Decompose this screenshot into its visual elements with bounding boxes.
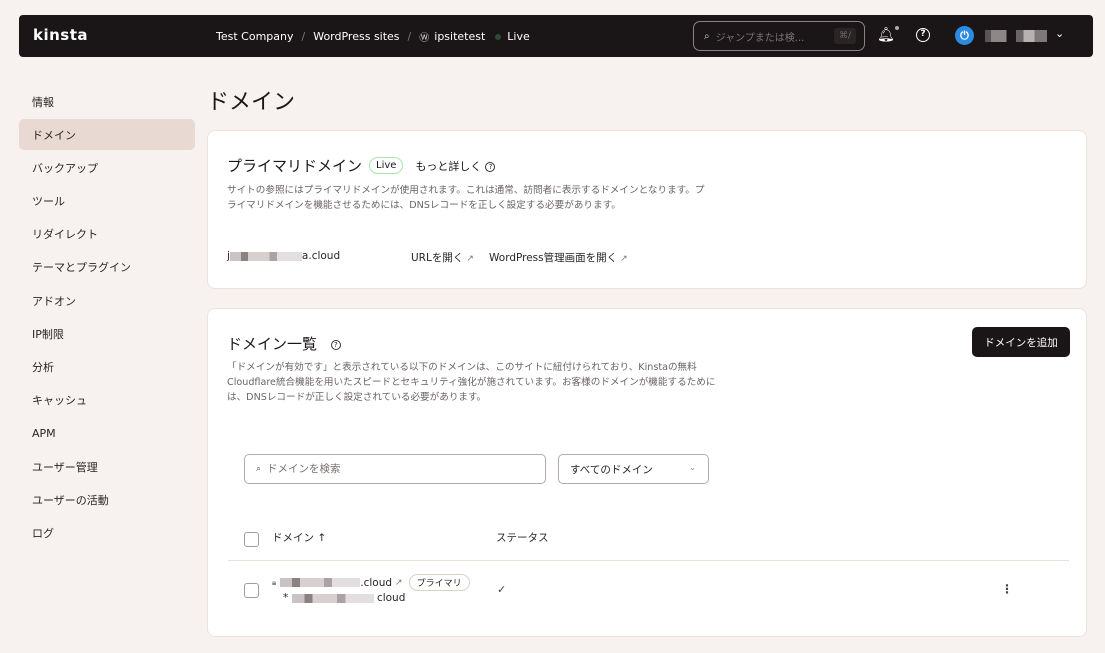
primary-domain-heading: プライマリドメイン Live もっと詳しく? [227, 155, 496, 176]
breadcrumb-site[interactable]: ipsitetest [434, 30, 485, 43]
learn-more-link[interactable]: もっと詳しく? [415, 158, 496, 174]
check-icon: ✓ [497, 583, 507, 596]
external-link-icon[interactable]: ↗ [395, 578, 403, 588]
redacted-text [229, 251, 302, 261]
jump-search[interactable]: ⌕ ジャンプまたは検... ⌘/ [693, 21, 865, 51]
environment-status-dot [495, 33, 502, 40]
select-all-checkbox[interactable] [244, 532, 259, 547]
wildcard-prefix: * [283, 592, 289, 604]
help-icon: ? [485, 161, 496, 172]
breadcrumb: Test Company / WordPress sites / Ⓦ ipsit… [216, 29, 530, 44]
breadcrumb-separator: / [301, 30, 306, 43]
open-wp-admin-label: WordPress管理画面を開く [489, 252, 618, 264]
primary-domain-value: j a.cloud [227, 250, 340, 262]
row-checkbox[interactable] [244, 583, 259, 598]
sidebar-item-user-activity[interactable]: ユーザーの活動 [19, 484, 195, 515]
learn-more-label: もっと詳しく [415, 159, 482, 173]
domain-list-heading: ドメイン一覧 ? [227, 333, 341, 354]
power-icon[interactable]: ⏻ [955, 26, 974, 45]
primary-domain-description: サイトの参照にはプライマリドメインが使用されます。これは通常、訪問者に表示するド… [227, 185, 705, 211]
sidebar-item-analytics[interactable]: 分析 [19, 352, 195, 383]
wildcard-suffix: cloud [376, 592, 406, 604]
search-icon: ⌕ [256, 464, 262, 474]
bell-icon[interactable]: 🔔︎ [877, 26, 899, 43]
domain-filter-select[interactable]: すべてのドメイン ⌄ [558, 454, 709, 484]
top-bar: kinsta Test Company / WordPress sites / … [19, 15, 1093, 57]
column-header-status: ステータス [496, 532, 549, 544]
page-title: ドメイン [207, 90, 296, 115]
open-wp-admin-link[interactable]: WordPress管理画面を開く ↗ [489, 250, 628, 265]
sidebar-item-logs[interactable]: ログ [19, 517, 195, 548]
chevron-down-icon[interactable]: ⌄ [1055, 27, 1064, 40]
domain-suffix: a.cloud [301, 250, 341, 262]
keyboard-shortcut: ⌘/ [833, 28, 856, 44]
domain-list-card: ドメイン一覧 ? ドメインを追加 「ドメインが有効です」と表示されている以下のド… [207, 308, 1087, 637]
chevron-down-icon: ⌄ [689, 463, 696, 472]
domain-search-field[interactable]: ⌕ [244, 454, 546, 484]
sidebar-item-domains[interactable]: ドメイン [19, 119, 195, 151]
primary-domain-title: プライマリドメイン [227, 157, 363, 175]
primary-badge: プライマリ [408, 574, 470, 591]
sidebar: 情報 ドメイン バックアップ ツール リダイレクト テーマとプラグイン アドオン… [19, 86, 195, 551]
jump-search-placeholder: ジャンプまたは検... [715, 32, 805, 44]
redacted-text [291, 593, 374, 603]
primary-domain-card: プライマリドメイン Live もっと詳しく? サイトの参照にはプライマリドメイン… [207, 130, 1087, 289]
row-domain: 🔒︎ .cloud ↗ プライマリ [272, 574, 470, 591]
domain-list-title: ドメイン一覧 [227, 335, 318, 353]
domain-suffix: .cloud [360, 576, 393, 589]
domain-filter-value: すべてのドメイン [570, 463, 653, 476]
domain-search-input[interactable] [267, 463, 528, 475]
more-options-icon[interactable]: ⋮ [1001, 582, 1013, 596]
breadcrumb-company[interactable]: Test Company [216, 30, 294, 43]
kinsta-logo[interactable]: kinsta [33, 26, 88, 44]
sidebar-item-themes-plugins[interactable]: テーマとプラグイン [19, 252, 195, 283]
external-link-icon: ↗ [620, 254, 628, 264]
lock-icon: 🔒︎ [272, 577, 277, 587]
help-icon[interactable]: ? [330, 339, 341, 350]
add-domain-button[interactable]: ドメインを追加 [972, 327, 1070, 357]
open-url-label: URLを開く [411, 252, 464, 264]
open-url-link[interactable]: URLを開く ↗ [411, 250, 474, 265]
sidebar-item-ip-deny[interactable]: IP制限 [19, 318, 195, 349]
search-icon: ⌕ [704, 30, 710, 42]
breadcrumb-wordpress-sites[interactable]: WordPress sites [313, 30, 399, 43]
redacted-text [280, 578, 361, 587]
user-name-redacted[interactable] [985, 30, 1047, 42]
sidebar-item-info[interactable]: 情報 [19, 86, 195, 117]
sidebar-item-apm[interactable]: APM [19, 418, 195, 449]
sidebar-item-user-management[interactable]: ユーザー管理 [19, 451, 195, 482]
breadcrumb-separator: / [407, 30, 412, 43]
row-wildcard-domain: * cloud [283, 592, 405, 604]
external-link-icon: ↗ [466, 254, 474, 264]
breadcrumb-environment[interactable]: Live [507, 30, 529, 43]
sidebar-item-redirects[interactable]: リダイレクト [19, 219, 195, 250]
help-icon[interactable]: ? [916, 28, 930, 42]
domain-list-description: 「ドメインが有効です」と表示されている以下のドメインは、このサイトに紐付けられて… [227, 362, 716, 403]
column-header-domain[interactable]: ドメイン ↑ [272, 530, 326, 545]
wordpress-icon: Ⓦ [419, 33, 430, 44]
table-divider [228, 560, 1069, 561]
live-badge: Live [369, 157, 404, 174]
notification-dot [894, 26, 899, 30]
sidebar-item-backups[interactable]: バックアップ [19, 152, 195, 183]
sidebar-item-addons[interactable]: アドオン [19, 285, 195, 316]
sidebar-item-cache[interactable]: キャッシュ [19, 385, 195, 416]
sidebar-item-tools[interactable]: ツール [19, 186, 195, 217]
